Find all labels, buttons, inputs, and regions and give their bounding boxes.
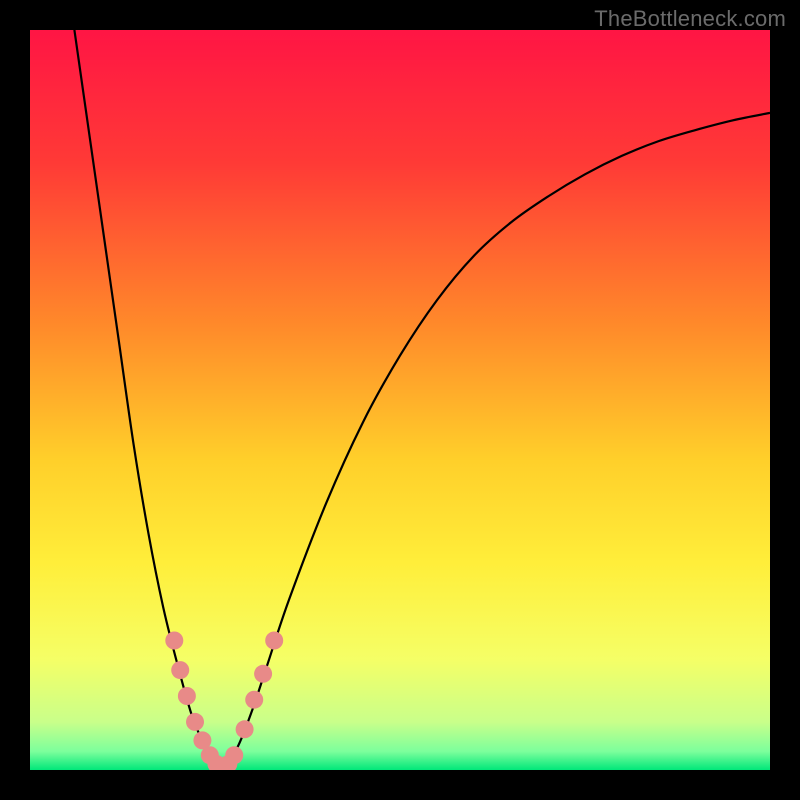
- data-marker: [245, 691, 263, 709]
- data-marker: [225, 746, 243, 764]
- watermark-text: TheBottleneck.com: [594, 6, 786, 32]
- plot-area: [30, 30, 770, 770]
- data-marker: [165, 632, 183, 650]
- data-marker: [171, 661, 189, 679]
- marker-group: [165, 632, 283, 771]
- left-curve-path: [74, 30, 222, 768]
- chart-frame: TheBottleneck.com: [0, 0, 800, 800]
- chart-svg: [30, 30, 770, 770]
- data-marker: [236, 720, 254, 738]
- data-marker: [265, 632, 283, 650]
- data-marker: [178, 687, 196, 705]
- right-curve-path: [222, 113, 770, 768]
- data-marker: [186, 713, 204, 731]
- data-marker: [254, 665, 272, 683]
